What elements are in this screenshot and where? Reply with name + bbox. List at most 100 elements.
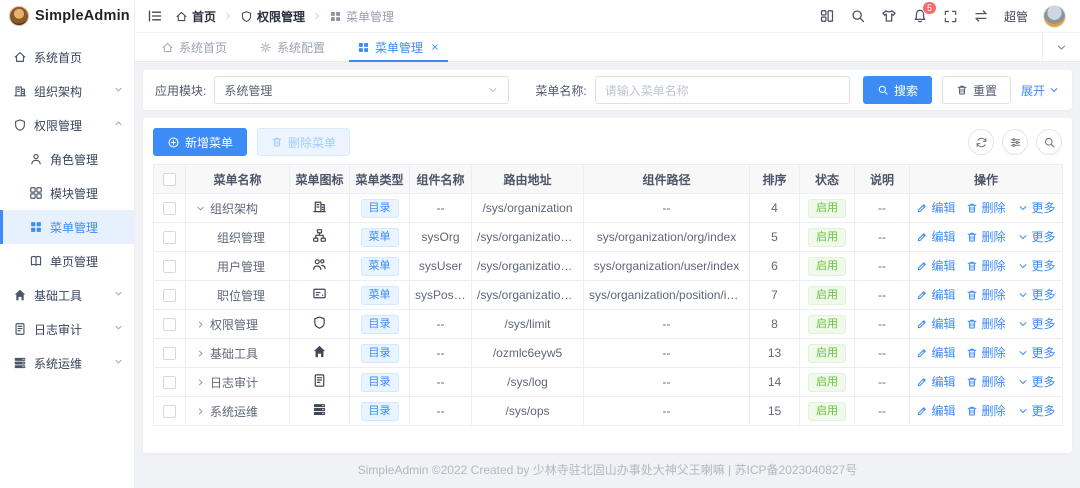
add-menu-button-label: 新增菜单 xyxy=(185,135,234,150)
delete-link[interactable]: 删除 xyxy=(966,257,1006,274)
refresh-button[interactable] xyxy=(968,129,994,155)
more-link[interactable]: 更多 xyxy=(1017,402,1056,419)
sidebar-item-5[interactable]: 菜单管理 xyxy=(0,210,134,244)
theme-skin-button[interactable] xyxy=(881,8,897,24)
search-button-label: 搜索 xyxy=(893,83,918,98)
more-link[interactable]: 更多 xyxy=(1017,373,1056,390)
expand-filter-link[interactable]: 展开 xyxy=(1021,82,1060,99)
username[interactable]: 超管 xyxy=(1004,8,1028,25)
tab-2[interactable]: 菜单管理 xyxy=(341,33,456,62)
sidebar-item-2[interactable]: 权限管理 xyxy=(0,108,134,142)
module-select-value: 系统管理 xyxy=(224,83,273,98)
sidebar-item-1[interactable]: 组织架构 xyxy=(0,74,134,108)
table-row: 日志审计 目录 --/sys/log -- 14 启用 -- 编辑 删除 更多 xyxy=(153,367,1063,397)
sort-value: 13 xyxy=(749,338,800,368)
description: -- xyxy=(854,193,910,223)
edit-link[interactable]: 编辑 xyxy=(916,315,955,332)
edit-link[interactable]: 编辑 xyxy=(916,228,955,245)
edit-link[interactable]: 编辑 xyxy=(916,257,955,274)
delete-link[interactable]: 删除 xyxy=(966,344,1006,361)
delete-link[interactable]: 删除 xyxy=(966,402,1006,419)
breadcrumb-item-2[interactable]: 菜单管理 xyxy=(329,8,394,25)
logo[interactable]: SimpleAdmin xyxy=(0,0,134,32)
sidebar-item-6[interactable]: 单页管理 xyxy=(0,244,134,278)
breadcrumb-item-0[interactable]: 首页 xyxy=(175,8,216,25)
row-checkbox[interactable] xyxy=(163,260,176,274)
column-header: 说明 xyxy=(854,164,910,194)
more-link[interactable]: 更多 xyxy=(1017,257,1056,274)
column-settings-button[interactable] xyxy=(1002,129,1028,155)
row-checkbox[interactable] xyxy=(163,202,176,216)
route-address: /sys/organization/user xyxy=(471,251,584,281)
search-button[interactable]: 搜索 xyxy=(862,76,932,104)
row-expand-icon[interactable] xyxy=(195,319,206,330)
row-expand-icon[interactable] xyxy=(195,406,206,417)
component-path: sys/organization/user/index xyxy=(583,251,750,281)
breadcrumb-item-1[interactable]: 权限管理 xyxy=(240,8,305,25)
tab-actions-dropdown[interactable] xyxy=(1042,33,1080,61)
row-checkbox[interactable] xyxy=(163,289,176,303)
row-checkbox[interactable] xyxy=(163,347,176,361)
house-icon xyxy=(13,288,27,302)
more-link[interactable]: 更多 xyxy=(1017,286,1056,303)
row-expand-icon[interactable] xyxy=(195,377,206,388)
users-icon xyxy=(312,259,327,275)
menu-name: 组织架构 xyxy=(210,201,259,216)
sidebar-item-label: 单页管理 xyxy=(50,254,99,269)
row-expand-icon[interactable] xyxy=(195,348,206,359)
route-address: /sys/limit xyxy=(471,309,584,339)
sidebar-item-3[interactable]: 角色管理 xyxy=(0,142,134,176)
home-icon xyxy=(175,10,188,23)
layout-switch-button[interactable] xyxy=(819,8,835,24)
sidebar-item-0[interactable]: 系统首页 xyxy=(0,40,134,74)
select-all-checkbox[interactable] xyxy=(163,173,176,187)
tab-1[interactable]: 系统配置 xyxy=(243,33,341,61)
more-link[interactable]: 更多 xyxy=(1017,199,1056,216)
delete-menu-button[interactable]: 删除菜单 xyxy=(257,128,351,156)
edit-link[interactable]: 编辑 xyxy=(916,373,955,390)
table-row: 权限管理 目录 --/sys/limit -- 8 启用 -- 编辑 删除 更多 xyxy=(153,309,1063,339)
app-logo-icon xyxy=(9,6,29,26)
row-collapse-icon[interactable] xyxy=(195,203,206,214)
row-checkbox[interactable] xyxy=(163,231,176,245)
shield-icon xyxy=(13,118,27,132)
edit-link[interactable]: 编辑 xyxy=(916,286,955,303)
column-header: 菜单图标 xyxy=(289,164,350,194)
global-search-button[interactable] xyxy=(850,8,866,24)
user-avatar[interactable] xyxy=(1043,4,1066,28)
row-checkbox[interactable] xyxy=(163,405,176,419)
trash-icon xyxy=(956,84,968,96)
sidebar-item-8[interactable]: 日志审计 xyxy=(0,312,134,346)
sort-value: 8 xyxy=(749,309,800,339)
fullscreen-button[interactable] xyxy=(943,9,958,24)
component-path: -- xyxy=(583,193,750,223)
row-checkbox[interactable] xyxy=(163,376,176,390)
add-menu-button[interactable]: 新增菜单 xyxy=(153,128,248,156)
reset-button[interactable]: 重置 xyxy=(941,76,1011,104)
delete-link[interactable]: 删除 xyxy=(966,315,1006,332)
delete-link[interactable]: 删除 xyxy=(966,373,1006,390)
edit-link[interactable]: 编辑 xyxy=(916,402,955,419)
sidebar-item-7[interactable]: 基础工具 xyxy=(0,278,134,312)
log-icon xyxy=(312,374,327,391)
menu-name-input[interactable]: 请输入菜单名称 xyxy=(594,76,850,104)
module-select[interactable]: 系统管理 xyxy=(214,76,510,104)
sidebar-item-4[interactable]: 模块管理 xyxy=(0,176,134,210)
notifications-button[interactable]: 5 xyxy=(912,1,937,24)
more-link[interactable]: 更多 xyxy=(1017,315,1056,332)
tab-0[interactable]: 系统首页 xyxy=(145,33,243,61)
row-checkbox[interactable] xyxy=(163,318,176,332)
edit-link[interactable]: 编辑 xyxy=(916,344,955,361)
tabs: 系统首页 系统配置 菜单管理 xyxy=(145,33,456,62)
switch-org-button[interactable] xyxy=(973,8,989,24)
tab-close-icon[interactable] xyxy=(430,42,440,52)
menu-fold-icon[interactable] xyxy=(147,8,163,24)
sidebar-item-9[interactable]: 系统运维 xyxy=(0,346,134,380)
table-search-button[interactable] xyxy=(1036,129,1062,155)
more-link[interactable]: 更多 xyxy=(1017,344,1056,361)
more-link[interactable]: 更多 xyxy=(1017,228,1056,245)
delete-link[interactable]: 删除 xyxy=(966,286,1006,303)
edit-link[interactable]: 编辑 xyxy=(916,199,955,216)
delete-link[interactable]: 删除 xyxy=(966,199,1006,216)
delete-link[interactable]: 删除 xyxy=(966,228,1006,245)
